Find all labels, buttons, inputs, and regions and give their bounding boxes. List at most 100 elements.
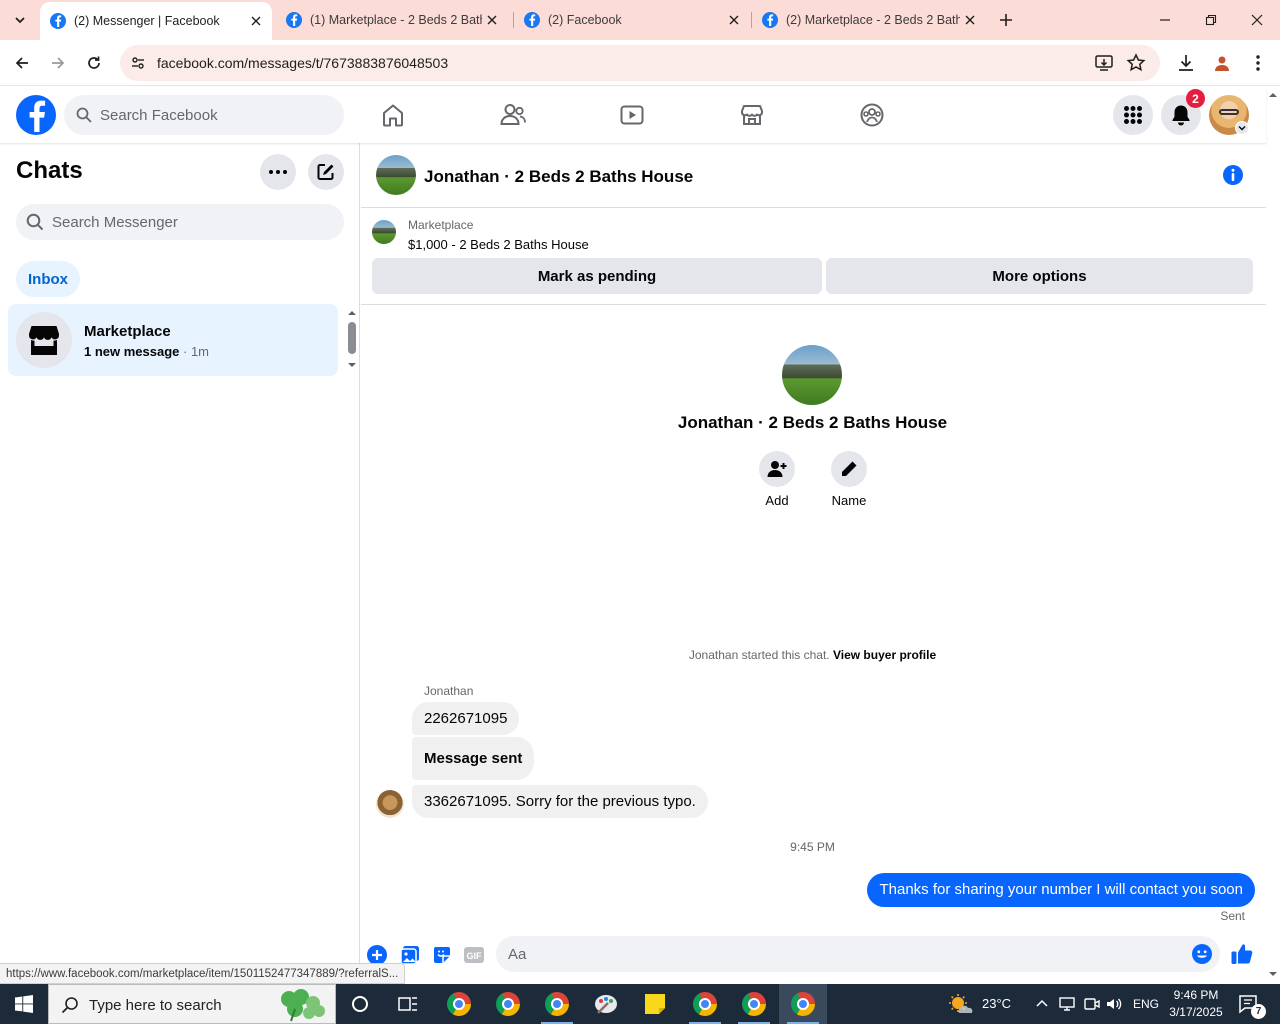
mark-as-pending-button[interactable]: Mark as pending (372, 258, 822, 294)
chat-list-item[interactable]: Marketplace 1 new message · 1m (8, 304, 338, 376)
page-scrollbar[interactable] (1266, 87, 1280, 983)
bookmark-star-icon[interactable] (1126, 53, 1146, 73)
taskbar-chrome-6[interactable] (779, 984, 827, 1024)
minimize-button[interactable] (1142, 0, 1188, 40)
nav-marketplace[interactable] (736, 99, 768, 131)
edit-name-button[interactable] (831, 451, 867, 487)
conversation-title[interactable]: Jonathan · 2 Beds 2 Baths House (424, 167, 693, 187)
chrome-profile-button[interactable] (1211, 52, 1233, 74)
tray-chevron-up-icon[interactable] (1036, 998, 1048, 1008)
forward-button[interactable] (45, 50, 71, 76)
incoming-message[interactable]: 3362671095. Sorry for the previous typo. (412, 785, 708, 818)
browser-tab-1[interactable]: (2) Messenger | Facebook (40, 2, 272, 40)
scroll-up-icon[interactable] (1268, 92, 1278, 98)
taskbar-chrome-3[interactable] (533, 984, 581, 1024)
incoming-message[interactable]: 2262671095 (412, 702, 520, 735)
taskbar-chrome-5[interactable] (730, 984, 778, 1024)
more-options-button[interactable]: More options (826, 258, 1253, 294)
listing-price-title[interactable]: $1,000 - 2 Beds 2 Baths House (408, 237, 589, 252)
new-tab-button[interactable] (994, 8, 1018, 32)
add-people-action[interactable]: Add (747, 451, 807, 508)
reload-button[interactable] (81, 50, 107, 76)
add-people-button[interactable] (759, 451, 795, 487)
taskbar-search-box[interactable]: Type here to search (48, 984, 336, 1024)
scrollbar-thumb[interactable] (348, 322, 356, 354)
message-input-box[interactable] (496, 936, 1220, 972)
facebook-search-input[interactable] (100, 95, 336, 135)
restore-button[interactable] (1188, 0, 1234, 40)
tab-close-icon[interactable] (960, 10, 980, 30)
outgoing-message[interactable]: Thanks for sharing your number I will co… (867, 873, 1255, 907)
inbox-filter-tab[interactable]: Inbox (16, 261, 80, 297)
chats-options-button[interactable] (260, 154, 296, 190)
address-bar[interactable]: facebook.com/messages/t/7673883876048503 (120, 45, 1160, 81)
tab-close-icon[interactable] (724, 10, 744, 30)
start-button[interactable] (0, 984, 48, 1024)
scroll-down-icon[interactable] (347, 362, 357, 368)
listing-thumbnail[interactable] (372, 220, 396, 244)
view-buyer-profile-link[interactable]: View buyer profile (833, 648, 936, 662)
account-caret[interactable] (1235, 121, 1249, 135)
taskbar-clock[interactable]: 9:46 PM 3/17/2025 (1166, 987, 1226, 1021)
back-button[interactable] (9, 50, 35, 76)
taskbar-chrome-4[interactable] (681, 984, 729, 1024)
weather-temperature[interactable]: 23°C (982, 996, 1011, 1011)
nav-friends[interactable] (497, 99, 529, 131)
chrome-menu-button[interactable] (1247, 52, 1269, 74)
volume-icon[interactable] (1105, 995, 1123, 1013)
browser-tab-3[interactable]: (2) Facebook (514, 0, 750, 40)
meet-now-icon[interactable] (1083, 995, 1101, 1013)
thumbs-up-icon[interactable] (1230, 942, 1254, 966)
network-icon[interactable] (1058, 995, 1076, 1013)
menu-button[interactable] (1113, 95, 1153, 135)
windows-taskbar: Type here to search 23°C ENG 9:46 PM 3/17… (0, 984, 1280, 1024)
tab-close-icon[interactable] (246, 11, 266, 31)
conversation-avatar[interactable] (376, 155, 416, 195)
info-icon[interactable] (1221, 163, 1245, 187)
chevron-down-icon (1238, 126, 1246, 131)
emoji-icon[interactable] (1192, 944, 1212, 964)
messenger-search-box[interactable] (16, 204, 344, 240)
taskbar-search-placeholder: Type here to search (89, 997, 222, 1014)
scroll-up-icon[interactable] (347, 310, 357, 316)
conversation-big-avatar (782, 345, 842, 405)
marketplace-store-icon (741, 105, 763, 125)
incoming-message[interactable]: Message sent (412, 737, 535, 780)
cortana-button[interactable] (336, 984, 384, 1024)
facebook-search-box[interactable] (64, 95, 344, 135)
input-language[interactable]: ENG (1133, 997, 1159, 1011)
install-app-icon[interactable] (1094, 53, 1114, 73)
new-message-button[interactable] (308, 154, 344, 190)
facebook-logo[interactable] (16, 95, 56, 135)
messenger-search-input[interactable] (52, 204, 332, 240)
nav-home[interactable] (377, 99, 409, 131)
nav-video[interactable] (616, 99, 648, 131)
nav-groups[interactable] (856, 99, 888, 131)
action-center-badge: 7 (1251, 1004, 1266, 1019)
facebook-top-nav: 2 (0, 87, 1266, 143)
weather-sun-icon[interactable] (948, 993, 974, 1015)
taskbar-chrome-1[interactable] (435, 984, 483, 1024)
browser-tab-4[interactable]: (2) Marketplace - 2 Beds 2 Bath (752, 0, 986, 40)
plus-circle-icon (367, 945, 387, 965)
site-settings-icon[interactable] (130, 55, 146, 71)
message-input[interactable] (508, 936, 1178, 972)
download-icon (1179, 55, 1193, 71)
video-icon (620, 105, 644, 125)
chat-list-scrollbar[interactable] (344, 308, 358, 368)
gif-button[interactable]: GIF (463, 944, 485, 966)
scroll-down-icon[interactable] (1268, 971, 1278, 977)
sender-avatar[interactable] (376, 790, 404, 818)
taskbar-sticky-notes[interactable] (631, 984, 679, 1024)
taskbar-chrome-2[interactable] (484, 984, 532, 1024)
sticker-button[interactable] (431, 944, 453, 966)
edit-name-action[interactable]: Name (819, 451, 879, 508)
downloads-button[interactable] (1175, 52, 1197, 74)
tab-search-button[interactable] (8, 8, 32, 32)
browser-tab-2[interactable]: (1) Marketplace - 2 Beds 2 Bath (276, 0, 508, 40)
task-view-button[interactable] (384, 984, 432, 1024)
close-window-button[interactable] (1234, 0, 1280, 40)
taskbar-paint-app[interactable] (582, 984, 630, 1024)
facebook-favicon-icon (762, 12, 778, 28)
tab-close-icon[interactable] (482, 10, 502, 30)
